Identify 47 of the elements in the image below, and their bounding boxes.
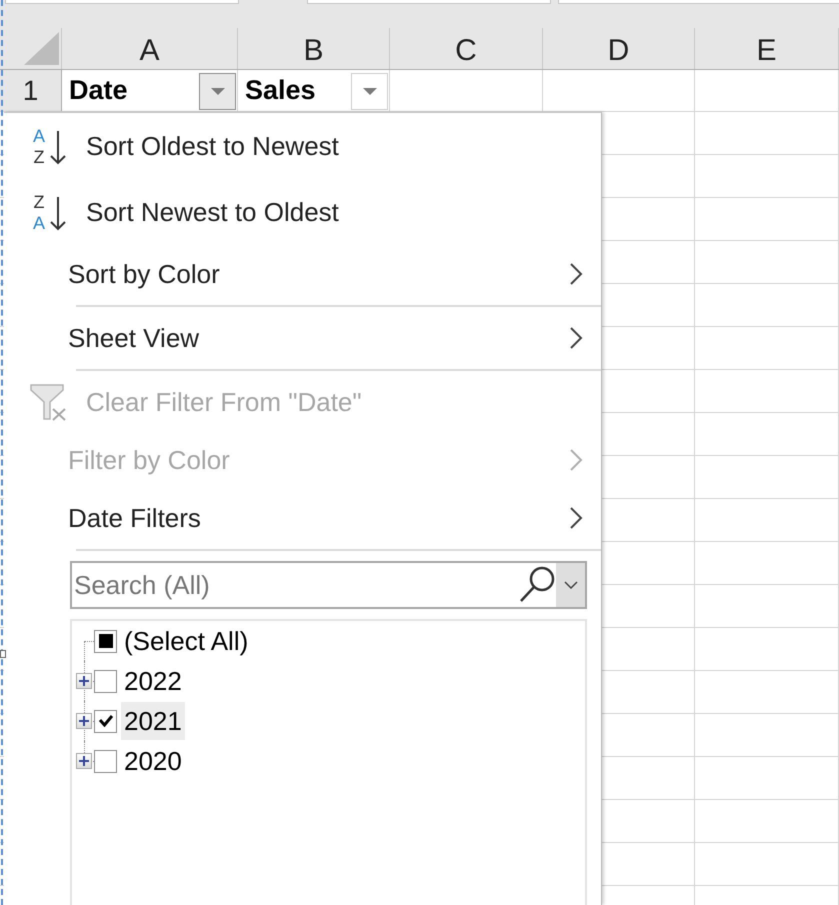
filter-list-item[interactable]: 2021 [121,702,185,740]
caret-down-icon [362,88,376,94]
chevron-right-icon [569,262,583,286]
plus-icon [79,676,89,686]
name-box-field[interactable] [5,0,239,4]
header-label: Sales [245,75,317,106]
header-label: Date [69,75,129,106]
expand-button[interactable] [76,673,92,689]
checkbox[interactable] [94,710,117,732]
submenu-item[interactable]: Sheet View [4,309,601,367]
chevron-down-icon [564,581,578,589]
filter-list-item[interactable]: 2022 [121,662,185,700]
column-header[interactable]: A [62,28,238,69]
chevron-right-icon [569,326,583,350]
filter-dropdown-button[interactable] [199,72,236,110]
checkmark-icon [98,715,112,727]
plus-icon [79,756,89,766]
menu-item[interactable]: A Z Sort Oldest to Newest [4,113,601,179]
formula-bar-field[interactable] [558,0,839,4]
input-field[interactable] [307,0,551,4]
column-header[interactable]: C [390,28,543,69]
split-handle[interactable] [0,650,6,658]
dropdown-button[interactable] [556,563,585,607]
checkbox[interactable] [94,670,117,692]
expand-button[interactable] [76,713,92,729]
submenu-item[interactable]: Sort by Color [4,245,601,303]
checkbox[interactable] [94,630,117,652]
filter-dropdown-button[interactable] [351,72,388,110]
submenu-item[interactable]: Date Filters [4,489,601,547]
chevron-right-icon [569,506,583,530]
search-input[interactable]: Search (All) [72,563,519,607]
filled-square-icon [98,634,112,648]
search-field[interactable]: Search (All) [70,561,587,609]
caret-down-icon [210,88,224,94]
filter-list-item[interactable]: (Select All) [121,622,252,660]
plus-icon [79,716,89,726]
column-header[interactable]: D [543,28,695,69]
expand-button[interactable] [76,753,92,769]
filter-list-item[interactable]: 2020 [121,742,185,780]
column-header[interactable]: E [695,28,839,69]
checkbox[interactable] [94,750,117,772]
column-header[interactable]: B [238,28,390,69]
funnel-clear-icon [30,383,68,421]
row-header[interactable]: 1 [0,70,62,111]
menu-item[interactable]: Z A Sort Newest to Oldest [4,179,601,245]
chevron-right-icon [569,448,583,472]
search-icon [519,566,555,604]
